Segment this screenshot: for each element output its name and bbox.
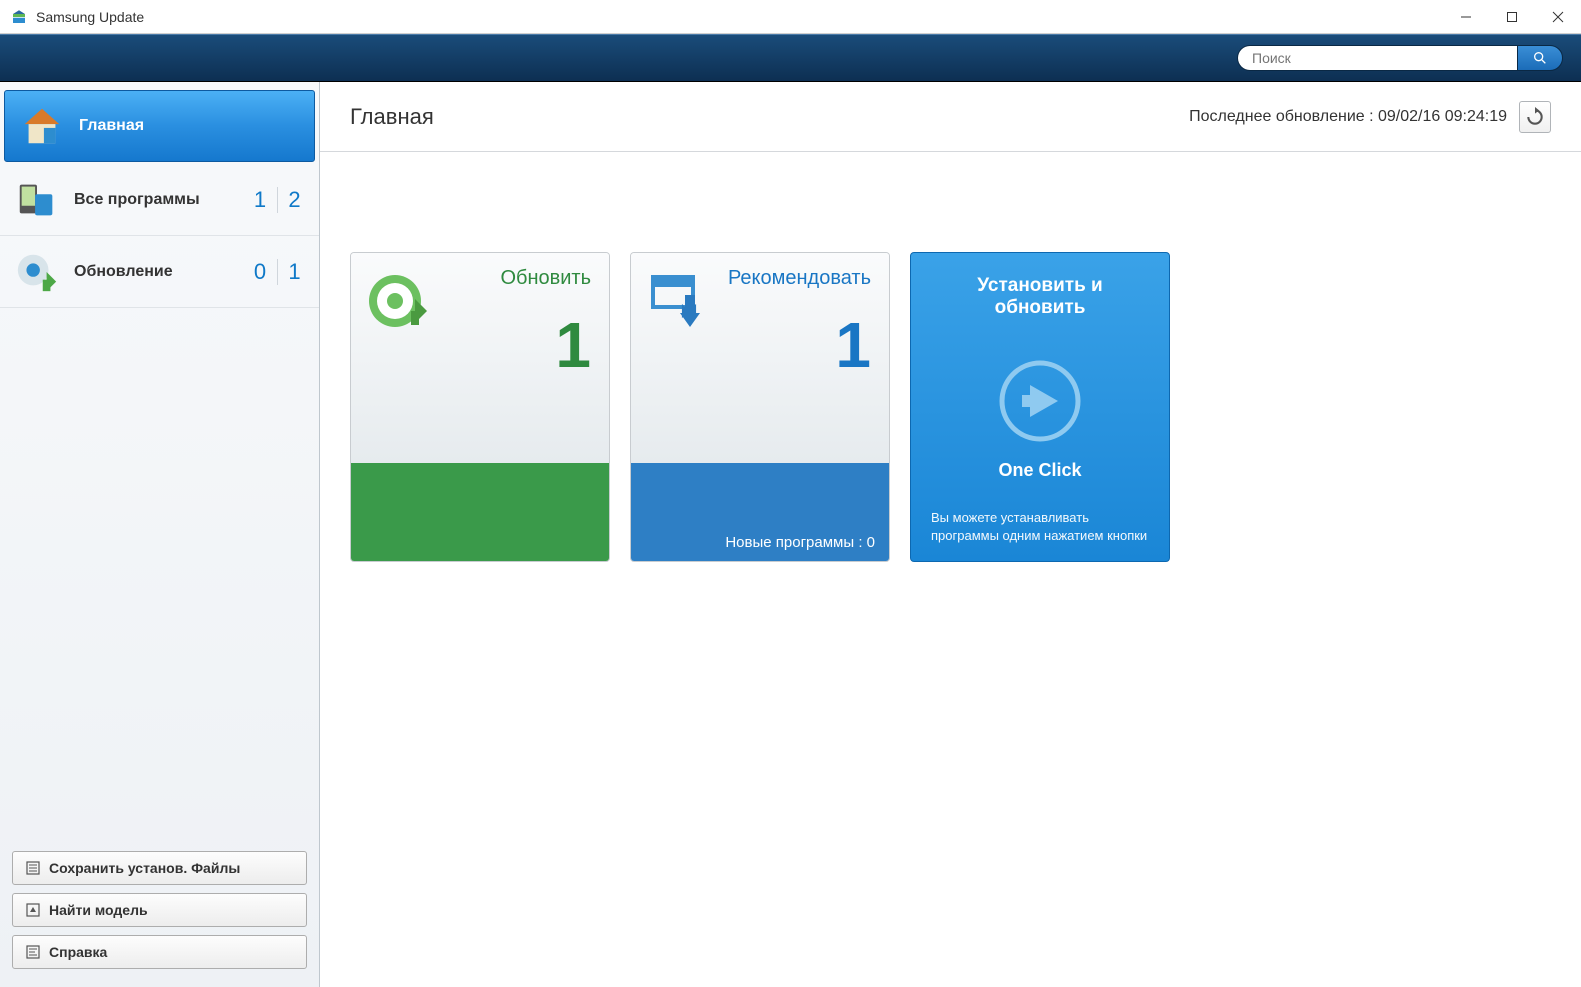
- window-controls: [1443, 0, 1581, 34]
- install-description: Вы можете устанавливать программы одним …: [931, 509, 1149, 545]
- main-content: Главная Последнее обновление : 09/02/16 …: [320, 82, 1581, 987]
- search-wrap: [1237, 45, 1563, 71]
- sidebar-item-label: Главная: [79, 117, 300, 135]
- count-value: 0: [243, 259, 271, 285]
- window-title: Samsung Update: [36, 9, 144, 25]
- search-button[interactable]: [1517, 45, 1563, 71]
- maximize-button[interactable]: [1489, 0, 1535, 34]
- card-top: Рекомендовать 1: [631, 253, 889, 463]
- refresh-icon: [1525, 107, 1545, 127]
- refresh-button[interactable]: [1519, 101, 1551, 133]
- card-bottom: [351, 463, 609, 561]
- save-icon: [25, 860, 41, 876]
- card-footer-text: Новые программы : 0: [725, 534, 875, 551]
- card-bottom: Новые программы : 0: [631, 463, 889, 561]
- sidebar-item-home[interactable]: Главная: [4, 90, 315, 162]
- button-label: Найти модель: [49, 902, 148, 918]
- help-button[interactable]: Справка: [12, 935, 307, 969]
- card-recommend[interactable]: Рекомендовать 1 Новые программы : 0: [630, 252, 890, 562]
- cards-row: Обновить 1 Рекомендовать 1 Новые програм…: [320, 152, 1581, 562]
- last-update-label: Последнее обновление : 09/02/16 09:24:19: [1189, 108, 1507, 126]
- titlebar: Samsung Update: [0, 0, 1581, 34]
- count-value: 2: [277, 187, 305, 213]
- find-model-icon: [25, 902, 41, 918]
- sidebar-counts: 0 1: [237, 259, 305, 285]
- sidebar-item-update[interactable]: Обновление 0 1: [0, 236, 319, 308]
- sidebar: Главная Все программы 1 2 Обновление 0 1: [0, 82, 320, 987]
- save-files-button[interactable]: Сохранить установ. Файлы: [12, 851, 307, 885]
- install-title: Установить и обновить: [931, 275, 1149, 319]
- search-input[interactable]: [1237, 45, 1517, 71]
- card-title: Рекомендовать: [728, 267, 871, 290]
- card-update[interactable]: Обновить 1: [350, 252, 610, 562]
- minimize-button[interactable]: [1443, 0, 1489, 34]
- one-click-icon: [996, 432, 1084, 449]
- count-value: 1: [243, 187, 271, 213]
- count-value: 1: [277, 259, 305, 285]
- close-button[interactable]: [1535, 0, 1581, 34]
- sidebar-item-label: Все программы: [74, 191, 237, 209]
- sidebar-item-all-programs[interactable]: Все программы 1 2: [0, 164, 319, 236]
- page-title: Главная: [350, 104, 434, 130]
- find-model-button[interactable]: Найти модель: [12, 893, 307, 927]
- app-icon: [10, 8, 28, 26]
- main-header: Главная Последнее обновление : 09/02/16 …: [320, 82, 1581, 152]
- download-icon: [645, 267, 717, 339]
- card-install-update[interactable]: Установить и обновить One Click Вы может…: [910, 252, 1170, 562]
- top-toolbar: [0, 34, 1581, 82]
- home-icon: [19, 103, 65, 149]
- search-icon: [1532, 50, 1548, 66]
- card-top: Обновить 1: [351, 253, 609, 463]
- card-count: 1: [835, 313, 871, 377]
- one-click-label: One Click: [931, 460, 1149, 481]
- button-label: Справка: [49, 944, 107, 960]
- card-title: Обновить: [500, 267, 591, 290]
- card-count: 1: [555, 313, 591, 377]
- sidebar-item-label: Обновление: [74, 263, 237, 281]
- sidebar-counts: 1 2: [237, 187, 305, 213]
- update-icon: [14, 249, 60, 295]
- one-click-wrap: One Click: [931, 357, 1149, 481]
- sidebar-bottom: Сохранить установ. Файлы Найти модель Сп…: [0, 843, 319, 987]
- help-icon: [25, 944, 41, 960]
- programs-icon: [14, 177, 60, 223]
- disc-up-icon: [365, 267, 437, 339]
- button-label: Сохранить установ. Файлы: [49, 860, 240, 876]
